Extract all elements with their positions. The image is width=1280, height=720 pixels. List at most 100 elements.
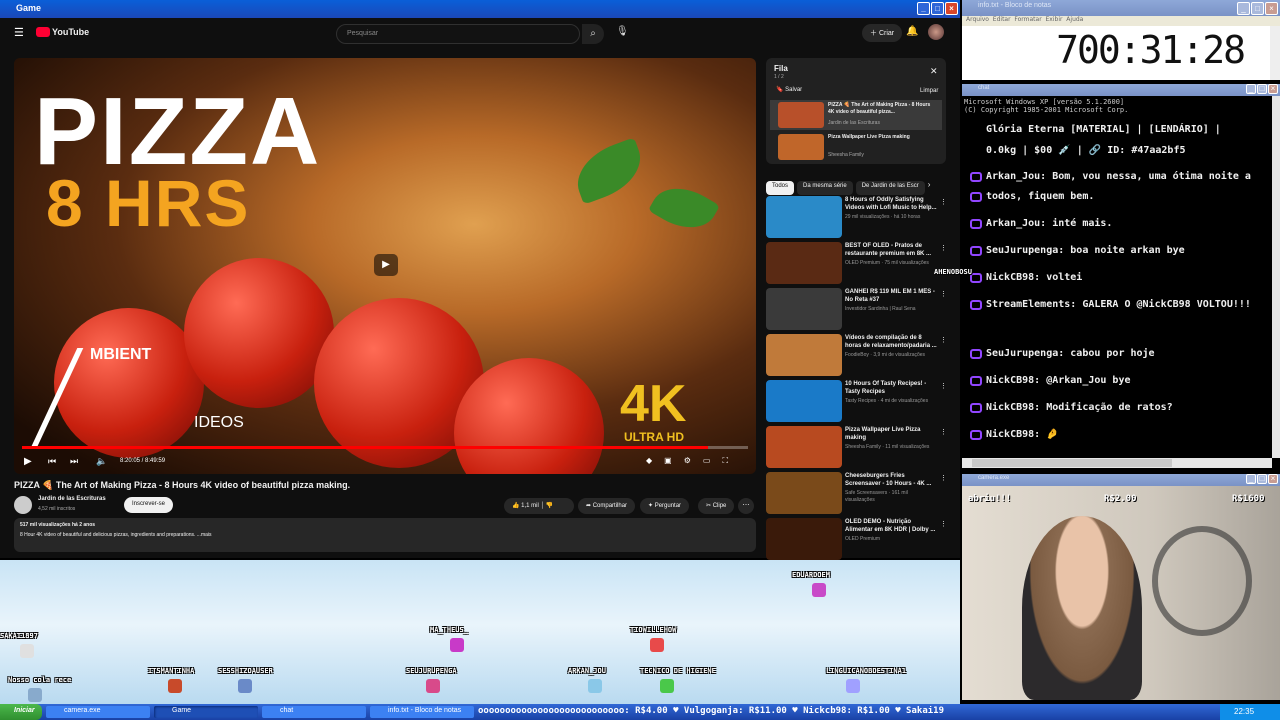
notepad-scrollbar[interactable]	[1270, 26, 1280, 80]
save-button[interactable]: 🔖 Salvar	[776, 86, 802, 93]
recommendation-item[interactable]: Vídeos de compilação de 8 horas de relax…	[766, 332, 947, 378]
rec-thumbnail[interactable]	[766, 380, 842, 422]
rec-more-icon[interactable]: ⋮	[940, 198, 947, 206]
youtube-logo-icon[interactable]	[36, 27, 50, 37]
rec-more-icon[interactable]: ⋮	[940, 382, 947, 390]
minimize-button[interactable]: _	[1246, 474, 1256, 484]
close-button[interactable]: ×	[945, 2, 958, 15]
recommendation-item[interactable]: Pizza Wallpaper Live Pizza making Sheesha…	[766, 424, 947, 470]
chip-all[interactable]: Todos	[766, 181, 795, 195]
rec-thumbnail[interactable]	[766, 518, 842, 560]
avatar-sprite[interactable]	[846, 679, 860, 693]
minimize-button[interactable]: _	[1246, 84, 1256, 94]
maximize-button[interactable]: □	[1257, 84, 1267, 94]
avatar-sprite[interactable]	[168, 679, 182, 693]
chip-series[interactable]: Da mesma série	[797, 181, 853, 195]
taskbar-game[interactable]: Game	[154, 706, 258, 718]
clear-button[interactable]: Limpar	[920, 88, 938, 94]
rec-more-icon[interactable]: ⋮	[940, 290, 947, 298]
player-controls-right[interactable]: ◆▣⚙▭⛶	[646, 456, 740, 466]
menu-edit[interactable]: Editar	[993, 16, 1011, 23]
channel-avatar[interactable]	[14, 496, 32, 514]
camera-titlebar[interactable]: camera.exe _ □ ×	[962, 474, 1280, 486]
rec-thumbnail[interactable]	[766, 242, 842, 284]
rec-thumbnail[interactable]	[766, 472, 842, 514]
avatar-sprite[interactable]	[650, 638, 664, 652]
taskbar-chat[interactable]: chat	[262, 706, 366, 718]
avatar-sprite[interactable]	[426, 679, 440, 693]
rec-thumbnail[interactable]	[766, 426, 842, 468]
share-button[interactable]: ➦ Compartilhar	[578, 498, 636, 514]
recommendation-item[interactable]: OLED DEMO - Nutrição Alimentar em 8K HDR…	[766, 516, 947, 562]
avatar-sprite[interactable]	[588, 679, 602, 693]
menu-icon[interactable]: ☰	[14, 26, 24, 39]
rec-thumbnail[interactable]	[766, 288, 842, 330]
minimize-button[interactable]: _	[1237, 2, 1250, 15]
queue-item-active[interactable]: PIZZA 🍕 The Art of Making Pizza - 8 Hour…	[770, 100, 942, 130]
avatar-sprite[interactable]	[238, 679, 252, 693]
game-window-titlebar[interactable]: Game _ □ ×	[0, 0, 960, 18]
chat-scrollbar-v[interactable]	[1272, 96, 1280, 458]
rec-thumbnail[interactable]	[766, 334, 842, 376]
rec-more-icon[interactable]: ⋮	[940, 244, 947, 252]
menu-format[interactable]: Formatar	[1014, 16, 1041, 23]
chevron-right-icon[interactable]: ›	[928, 180, 931, 189]
video-player[interactable]: PIZZA 8 HRS MBIENT IDEOS 4K ULTRA HD ▶ ▶…	[14, 58, 756, 474]
recommendation-item[interactable]: BEST OF OLED - Pratos de restaurante pre…	[766, 240, 947, 286]
description-box[interactable]: 517 mil visualizações há 2 anos 8 Hour 4…	[14, 518, 756, 552]
channel-name[interactable]: Jardin de las Escrituras	[38, 496, 106, 502]
rec-more-icon[interactable]: ⋮	[940, 336, 947, 344]
minimize-button[interactable]: _	[917, 2, 930, 15]
taskbar-notepad[interactable]: info.txt - Bloco de notas	[370, 706, 474, 718]
next-icon[interactable]: ⏭	[70, 456, 78, 467]
chat-scrollbar-h[interactable]	[962, 458, 1272, 468]
maximize-button[interactable]: □	[1251, 2, 1264, 15]
rec-thumbnail[interactable]	[766, 196, 842, 238]
more-actions-icon[interactable]: ⋯	[738, 498, 754, 514]
volume-icon[interactable]: 🔈	[96, 456, 107, 467]
progress-bar[interactable]	[22, 446, 748, 449]
subscribe-button[interactable]: Inscrever-se	[124, 497, 174, 513]
avatar-sprite[interactable]	[450, 638, 464, 652]
avatar-sprite[interactable]	[20, 644, 34, 658]
maximize-button[interactable]: □	[1257, 474, 1267, 484]
close-button[interactable]: ×	[1268, 474, 1278, 484]
play-overlay-icon[interactable]: ▶	[374, 254, 398, 276]
avatar-sprite[interactable]	[28, 688, 42, 702]
chat-titlebar[interactable]: chat _ □ ×	[962, 84, 1280, 96]
queue-item[interactable]: Pizza Wallpaper Live Pizza making Sheesh…	[770, 132, 942, 162]
chip-channel[interactable]: De Jardin de las Escr	[855, 181, 925, 195]
recommendation-item[interactable]: 10 Hours Of Tasty Recipes! - Tasty Recip…	[766, 378, 947, 424]
notepad-textarea[interactable]: 700:31:28	[962, 26, 1270, 80]
clip-button[interactable]: ✂ Clipe	[698, 498, 735, 514]
close-queue-icon[interactable]: ✕	[930, 66, 938, 77]
scroll-thumb[interactable]	[972, 459, 1172, 467]
menu-help[interactable]: Ajuda	[1066, 16, 1083, 23]
notepad-titlebar[interactable]: info.txt - Bloco de notas _ □ ×	[962, 0, 1280, 16]
rec-more-icon[interactable]: ⋮	[940, 520, 947, 528]
bell-icon[interactable]: 🔔	[906, 26, 918, 37]
avatar[interactable]	[928, 24, 944, 40]
rec-more-icon[interactable]: ⋮	[940, 474, 947, 482]
like-button[interactable]: 👍 1,1 mil │ 👎	[504, 498, 574, 514]
close-button[interactable]: ×	[1265, 2, 1278, 15]
start-button[interactable]: Iniciar	[0, 704, 42, 720]
rec-more-icon[interactable]: ⋮	[940, 428, 947, 436]
recommendation-item[interactable]: 8 Hours of Oddly Satisfying Videos with …	[766, 194, 947, 240]
close-button[interactable]: ×	[1268, 84, 1278, 94]
previous-icon[interactable]: ⏮	[48, 456, 56, 467]
mic-icon[interactable]: 🎙	[616, 26, 629, 37]
avatar-sprite[interactable]	[812, 583, 826, 597]
taskbar-camera[interactable]: camera.exe	[46, 706, 150, 718]
create-button[interactable]: ＋ Criar	[862, 24, 903, 42]
menu-view[interactable]: Exibir	[1046, 16, 1063, 23]
youtube-wordmark[interactable]: YouTube	[52, 27, 89, 37]
search-input[interactable]: Pesquisar	[336, 24, 580, 44]
recommendation-item[interactable]: Cheeseburgers Fries Screensaver - 10 Hou…	[766, 470, 947, 516]
ask-button[interactable]: ✦ Perguntar	[640, 498, 690, 514]
avatar-sprite[interactable]	[660, 679, 674, 693]
search-icon[interactable]: ⌕	[582, 24, 604, 44]
recommendation-item[interactable]: GANHEI R$ 119 MIL EM 1 MÊS - No Reta #37…	[766, 286, 947, 332]
menu-file[interactable]: Arquivo	[966, 16, 989, 23]
play-icon[interactable]: ▶	[24, 456, 32, 467]
